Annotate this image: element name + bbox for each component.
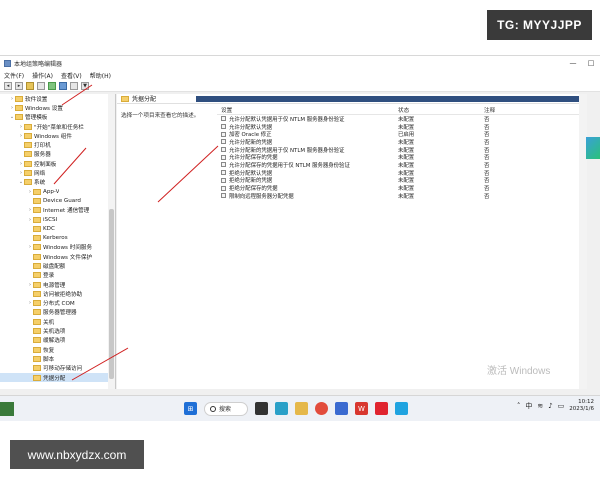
arrow-to-credentials xyxy=(71,347,129,381)
annotation-arrows xyxy=(53,84,219,381)
arrow-to-system xyxy=(53,147,87,185)
arrow-to-admin-templates xyxy=(61,84,93,106)
arrow-to-oracle-setting xyxy=(157,145,219,203)
